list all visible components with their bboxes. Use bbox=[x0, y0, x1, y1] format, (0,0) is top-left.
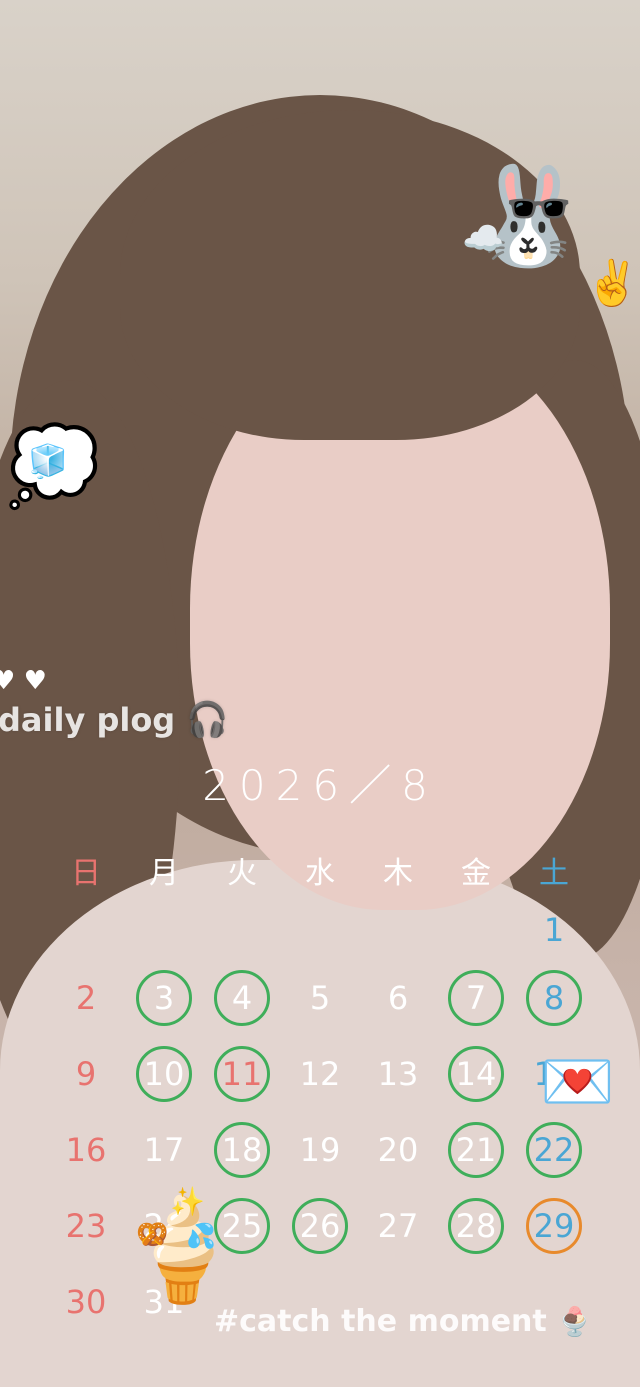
calendar-day-marked[interactable]: 3 bbox=[136, 970, 192, 1026]
weekday-mon: 月 bbox=[149, 856, 179, 891]
calendar-day-marked[interactable]: 8 bbox=[526, 970, 582, 1026]
headphones-icon: 🎧 bbox=[186, 700, 229, 740]
calendar-day-marked[interactable]: 11 bbox=[214, 1046, 270, 1102]
sparkles-icon: ✨ bbox=[170, 1185, 205, 1218]
calendar-day[interactable]: 5 bbox=[292, 970, 348, 1026]
calendar-day-marked[interactable]: 10 bbox=[136, 1046, 192, 1102]
calendar-day[interactable]: 16 bbox=[58, 1122, 114, 1178]
calendar-day-marked[interactable]: 14 bbox=[448, 1046, 504, 1102]
calendar-day[interactable]: 17 bbox=[136, 1122, 192, 1178]
calendar-week-2: 2 3 4 5 6 7 8 bbox=[47, 970, 593, 1046]
weekday-tue: 火 bbox=[227, 856, 257, 891]
hashtag-label[interactable]: #catch the moment 🍨 bbox=[214, 1304, 592, 1339]
love-letter-icon[interactable]: 💌 bbox=[540, 1052, 615, 1112]
calendar-day[interactable]: 6 bbox=[370, 970, 426, 1026]
droplets-icon: 💦 bbox=[186, 1222, 216, 1250]
calendar-week-4: 16 17 18 19 20 21 22 bbox=[47, 1122, 593, 1198]
calendar-day[interactable]: 9 bbox=[58, 1046, 114, 1102]
weekday-wed: 水 bbox=[305, 856, 335, 891]
calendar-day-marked-orange[interactable]: 29 bbox=[526, 1198, 582, 1254]
parfait-icon: 🍨 bbox=[557, 1305, 593, 1338]
calendar-day-marked[interactable]: 26 bbox=[292, 1198, 348, 1254]
weekday-thu: 木 bbox=[383, 856, 413, 891]
calendar-week-1: 1 bbox=[47, 902, 593, 970]
calendar-day[interactable]: 12 bbox=[292, 1046, 348, 1102]
story-overlay: 🐰 🕶️ ✌️ ☁️ 💭 🧊 ♥ ♥ daily plog 🎧 2026／8 日… bbox=[0, 0, 640, 1387]
calendar-title: 2026／8 bbox=[202, 761, 438, 810]
calendar-day-marked[interactable]: 22 bbox=[526, 1122, 582, 1178]
plog-label[interactable]: daily plog 🎧 bbox=[0, 700, 229, 740]
pretzel-icon: 🥨 bbox=[136, 1220, 169, 1250]
calendar-day-marked[interactable]: 21 bbox=[448, 1122, 504, 1178]
cloud-icon: ☁️ bbox=[462, 219, 505, 259]
calendar-day[interactable]: 13 bbox=[370, 1046, 426, 1102]
calendar-day[interactable]: 30 bbox=[58, 1274, 114, 1330]
peace-hand-icon: ✌️ bbox=[585, 258, 640, 309]
calendar-day-marked[interactable]: 4 bbox=[214, 970, 270, 1026]
weekday-header: 日 月 火 水 木 金 土 bbox=[47, 848, 593, 892]
weekday-sun: 日 bbox=[71, 856, 101, 891]
calendar-day[interactable]: 2 bbox=[58, 970, 114, 1026]
weekday-fri: 金 bbox=[461, 856, 491, 891]
calendar-day[interactable]: 20 bbox=[370, 1122, 426, 1178]
calendar-day[interactable]: 19 bbox=[292, 1122, 348, 1178]
calendar-day-marked[interactable]: 28 bbox=[448, 1198, 504, 1254]
hearts-icon: ♥ ♥ bbox=[0, 666, 47, 696]
calendar-day-marked[interactable]: 18 bbox=[214, 1122, 270, 1178]
sunglasses-icon: 🕶️ bbox=[505, 177, 573, 240]
calendar-day[interactable]: 23 bbox=[58, 1198, 114, 1254]
ice-cube-icon: 🧊 bbox=[28, 442, 68, 480]
calendar-week-3: 9 10 11 12 13 14 15 bbox=[47, 1046, 593, 1122]
calendar-day-marked[interactable]: 7 bbox=[448, 970, 504, 1026]
calendar-day[interactable]: 1 bbox=[526, 902, 582, 958]
weekday-sat: 土 bbox=[539, 856, 569, 891]
calendar-day[interactable]: 27 bbox=[370, 1198, 426, 1254]
